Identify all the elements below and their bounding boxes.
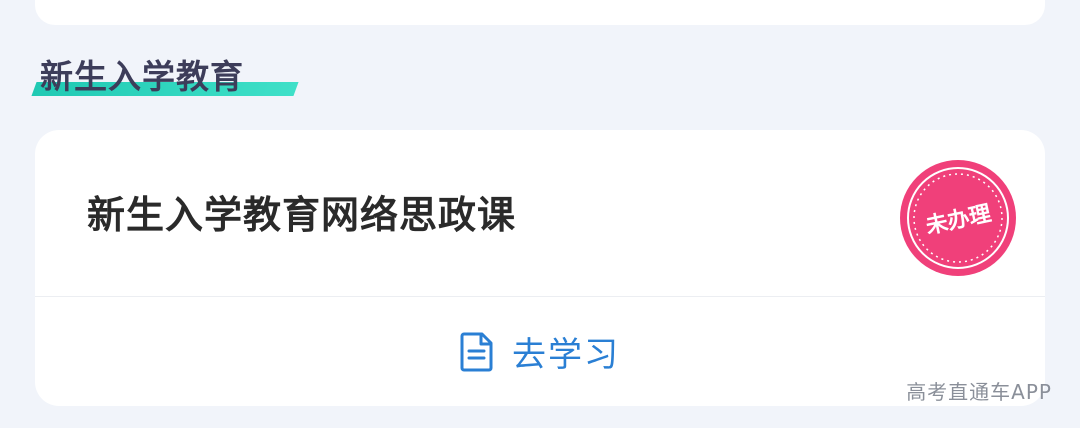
watermark: 高考直通车APP xyxy=(906,380,1052,404)
status-stamp: 未办理 xyxy=(898,158,1018,278)
go-study-button[interactable]: 去学习 xyxy=(35,297,1045,406)
section-title: 新生入学教育 xyxy=(40,57,244,96)
document-icon xyxy=(460,332,493,371)
page: 新生入学教育 新生入学教育网络思政课 去学习 未办理 高考直通车APP xyxy=(0,0,1080,428)
go-study-label: 去学习 xyxy=(512,335,620,375)
course-title: 新生入学教育网络思政课 xyxy=(87,193,517,237)
section-heading: 新生入学教育 xyxy=(31,55,299,105)
previous-card xyxy=(35,0,1045,25)
stamp-label: 未办理 xyxy=(923,201,994,240)
